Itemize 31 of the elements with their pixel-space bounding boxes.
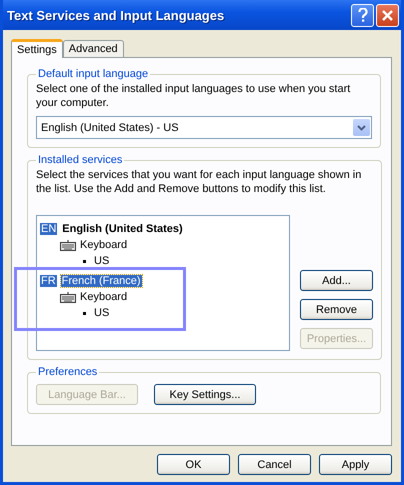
- action-button[interactable]: Remove: [300, 299, 373, 320]
- window-title: Text Services and Input Languages: [7, 8, 226, 22]
- description-text: Select the services that you want for each input language shown in the list. Use the Add and Remove buttons to modify this list.: [36, 168, 362, 196]
- help-button[interactable]: [351, 4, 374, 26]
- dialog-button[interactable]: Apply: [319, 454, 392, 475]
- bullet-icon: [83, 260, 86, 262]
- dialog-button[interactable]: Cancel: [238, 454, 311, 475]
- keyboard-icon: [60, 292, 76, 302]
- group-title: Installed services: [37, 154, 124, 166]
- language-code-badge: FR: [40, 275, 57, 287]
- language-dropdown[interactable]: English (United States) - US: [36, 116, 372, 139]
- dialog-button[interactable]: OK: [157, 454, 230, 475]
- tree-item[interactable]: English (United States): [61, 223, 184, 235]
- keyboard-icon: [60, 240, 76, 250]
- tree-item[interactable]: Keyboard: [80, 291, 128, 303]
- action-button[interactable]: Add...: [300, 270, 373, 291]
- tree-item[interactable]: French (France): [60, 275, 142, 287]
- tree-item[interactable]: US: [94, 307, 110, 319]
- tab[interactable]: Settings: [11, 39, 63, 58]
- group-title: Default input language: [37, 68, 150, 80]
- tree-item[interactable]: US: [94, 255, 110, 267]
- tree-item[interactable]: Keyboard: [80, 239, 128, 251]
- close-button[interactable]: [376, 4, 399, 26]
- tab[interactable]: Advanced: [62, 40, 124, 57]
- group-title: Preferences: [37, 366, 98, 378]
- close-icon: [382, 10, 393, 20]
- help-icon: [358, 8, 368, 22]
- preference-button[interactable]: Key Settings...: [154, 384, 256, 405]
- language-code-badge: EN: [40, 223, 58, 235]
- description-text: Select one of the installed input languages to use when you start your computer.: [36, 82, 352, 110]
- bullet-icon: [83, 312, 86, 314]
